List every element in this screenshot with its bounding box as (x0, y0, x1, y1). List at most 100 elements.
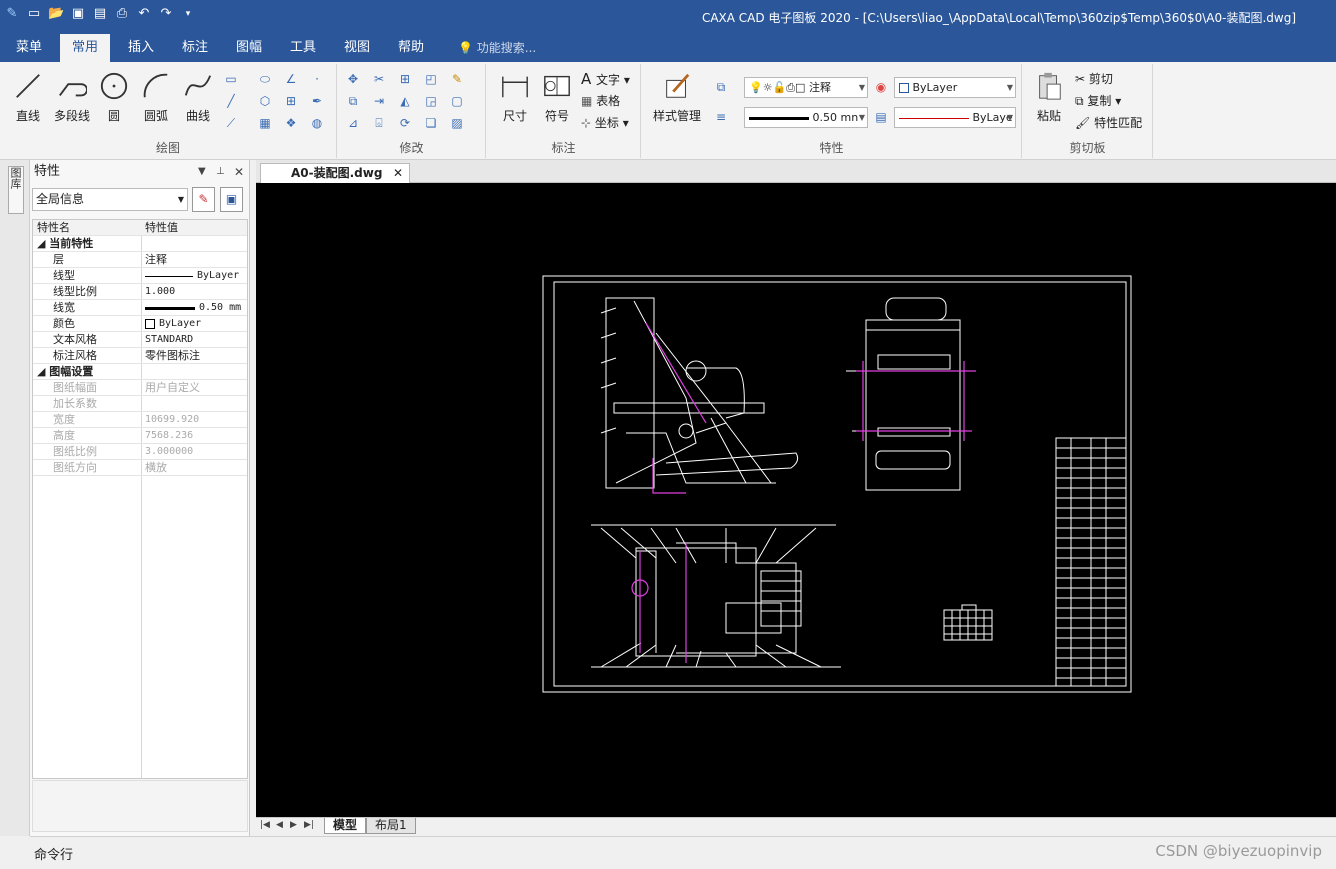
clear-selection-button[interactable]: ✎ (192, 187, 215, 212)
construction-line-icon[interactable]: ⟋ (222, 114, 240, 132)
chamfer-icon[interactable]: ◰ (422, 70, 440, 88)
open-file-icon[interactable]: 📂 (48, 6, 64, 22)
lineweight-combo[interactable]: 0.50 mn ▼ (744, 107, 868, 128)
first-layout-icon[interactable]: |◀ (260, 820, 270, 830)
tab-help[interactable]: 帮助 (386, 34, 436, 62)
window-title: CAXA CAD 电子图板 2020 - [C:\Users\liao_\App… (701, 11, 1296, 25)
section-sheet[interactable]: ◢ 图幅设置 (33, 364, 247, 380)
new-file-icon[interactable]: ▭ (26, 6, 42, 22)
hatch-icon[interactable]: ▦ (256, 114, 274, 132)
line-button[interactable]: 直线 (10, 70, 46, 124)
panel-dropdown-icon[interactable]: ▼ (198, 160, 206, 184)
linestyle-icon[interactable]: ≡ (712, 108, 730, 126)
brush-icon[interactable]: ✒ (308, 92, 326, 110)
coordinate-icon: ⊹ (581, 116, 595, 130)
customize-qat-icon[interactable]: ▾ (180, 6, 196, 22)
layer-combo[interactable]: 💡☼🔓⎙□ 注释 ▼ (744, 77, 868, 98)
block-icon[interactable]: ❖ (282, 114, 300, 132)
fill-icon[interactable]: ◍ (308, 114, 326, 132)
drawing-canvas[interactable] (256, 183, 1336, 817)
app-logo-icon[interactable]: ✎ (4, 6, 20, 22)
polygon-icon[interactable]: ⬡ (256, 92, 274, 110)
pin-icon[interactable]: ⊥ (216, 160, 225, 184)
mirror-icon[interactable]: ◭ (396, 92, 414, 110)
layout1-tab[interactable]: 布局1 (366, 818, 416, 834)
layer-manager-icon[interactable]: ⧉ (712, 78, 730, 96)
point-icon[interactable]: · (308, 70, 326, 88)
match-properties-button[interactable]: 🖌 特性匹配 (1075, 114, 1142, 131)
format-painter-icon[interactable]: ▨ (448, 114, 466, 132)
row-lineweight[interactable]: 线宽 0.50 mm (33, 300, 247, 316)
tab-home[interactable]: 常用 (60, 34, 111, 62)
scale-icon[interactable]: ◲ (422, 92, 440, 110)
prev-layout-icon[interactable]: ◀ (276, 820, 283, 830)
undo-icon[interactable]: ↶ (136, 6, 152, 22)
extend-icon[interactable]: ⇥ (370, 92, 388, 110)
tab-insert[interactable]: 插入 (116, 34, 166, 62)
eraser-icon[interactable]: ✎ (448, 70, 466, 88)
symbol-button[interactable]: 符号 (539, 70, 575, 124)
trim-icon[interactable]: ✂ (370, 70, 388, 88)
row-dim-style[interactable]: 标注风格 零件图标注 (33, 348, 247, 364)
array-icon[interactable]: ⊞ (396, 70, 414, 88)
rotate-icon[interactable]: ⟳ (396, 114, 414, 132)
coordinate-button[interactable]: ⊹ 坐标 ▾ (581, 114, 629, 131)
centerline-icon[interactable]: ⊞ (282, 92, 300, 110)
save-as-icon[interactable]: ▤ (92, 6, 108, 22)
table-button[interactable]: ▦ 表格 (581, 92, 620, 109)
redo-icon[interactable]: ↷ (158, 6, 174, 22)
print-icon[interactable]: ⎙ (114, 6, 130, 22)
style-manager-button[interactable]: 样式管理 (648, 70, 706, 124)
stretch-icon[interactable]: ▢ (448, 92, 466, 110)
style-manager-icon (666, 73, 690, 98)
row-linetype[interactable]: 线型 ByLayer (33, 268, 247, 284)
curve-button[interactable]: 曲线 (180, 70, 216, 124)
circle-button[interactable]: 圆 (98, 70, 130, 124)
close-tab-icon[interactable]: ✕ (393, 164, 403, 182)
arc-label: 圆弧 (143, 109, 168, 123)
color-wheel-icon[interactable]: ◉ (872, 78, 890, 96)
break-icon[interactable]: ⌺ (370, 114, 388, 132)
last-layout-icon[interactable]: ▶| (304, 820, 314, 830)
tab-tools[interactable]: 工具 (278, 34, 328, 62)
document-tab[interactable]: A0-装配图.dwg ✕ (260, 163, 410, 183)
row-color[interactable]: 颜色 ByLayer (33, 316, 247, 332)
copy-object-icon[interactable]: ⧉ (344, 92, 362, 110)
row-layer-name: 层 (53, 253, 64, 266)
row-color-value: ByLayer (159, 318, 202, 329)
linetype-icon[interactable]: ▤ (872, 108, 890, 126)
feature-search[interactable]: 💡 功能搜索... (458, 34, 536, 62)
command-bar[interactable]: 命令行 CSDN @biyezuopinvip (30, 836, 1336, 866)
angle-line-icon[interactable]: ∠ (282, 70, 300, 88)
save-icon[interactable]: ▣ (70, 6, 86, 22)
library-side-tab[interactable]: 图库 (8, 166, 24, 214)
scope-select[interactable]: 全局信息 ▼ (32, 188, 188, 211)
move-icon[interactable]: ✥ (344, 70, 362, 88)
ellipse-icon[interactable]: ⬭ (256, 70, 274, 88)
dimension-button[interactable]: 尺寸 (497, 70, 533, 124)
tab-view[interactable]: 视图 (332, 34, 382, 62)
section-current[interactable]: ◢ 当前特性 (33, 236, 247, 252)
model-tab[interactable]: 模型 (324, 818, 367, 834)
row-text-style[interactable]: 文本风格 STANDARD (33, 332, 247, 348)
paste-button[interactable]: 粘贴 (1031, 70, 1067, 124)
arc-button[interactable]: 圆弧 (138, 70, 174, 124)
color-combo[interactable]: ByLayer ▼ (894, 77, 1016, 98)
tab-annotate[interactable]: 标注 (170, 34, 220, 62)
parallel-line-icon[interactable]: ╱ (222, 92, 240, 110)
quick-select-button[interactable]: ▣ (220, 187, 243, 212)
row-layer[interactable]: 层 注释 (33, 252, 247, 268)
row-ltscale[interactable]: 线型比例 1.000 (33, 284, 247, 300)
linetype-combo[interactable]: ByLaye ▼ (894, 107, 1016, 128)
next-layout-icon[interactable]: ▶ (290, 820, 297, 830)
close-icon[interactable]: ✕ (234, 160, 244, 184)
polyline-button[interactable]: 多段线 (50, 70, 94, 124)
text-button[interactable]: A 文字 ▾ (581, 70, 630, 88)
offset-icon[interactable]: ⊿ (344, 114, 362, 132)
tab-sheet[interactable]: 图幅 (224, 34, 274, 62)
copy-button[interactable]: ⧉ 复制 ▾ (1075, 92, 1121, 109)
rectangle-icon[interactable]: ▭ (222, 70, 240, 88)
explode-icon[interactable]: ❏ (422, 114, 440, 132)
tab-menu[interactable]: 菜单 (4, 34, 54, 62)
cut-button[interactable]: ✂ 剪切 (1075, 70, 1113, 87)
